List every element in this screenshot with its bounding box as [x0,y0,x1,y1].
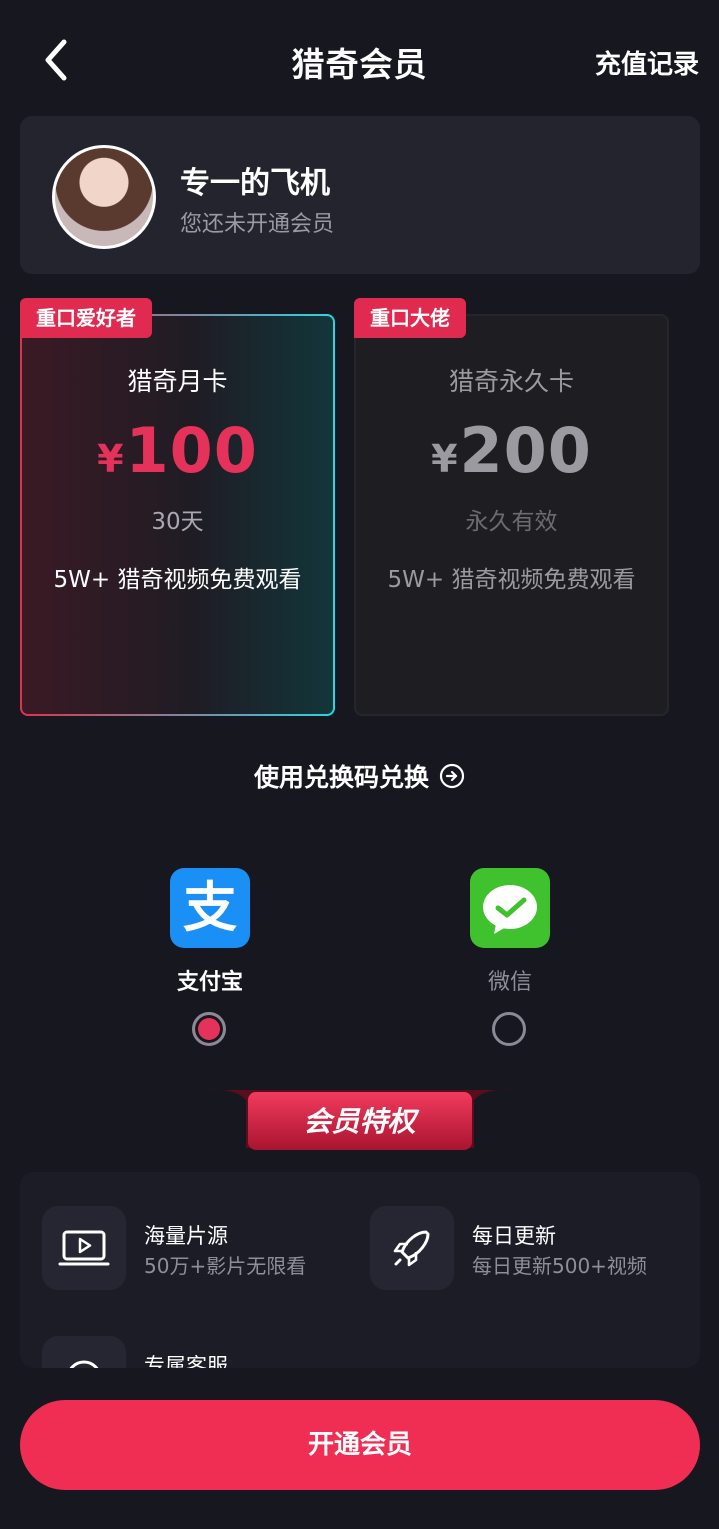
price-amount: 200 [459,414,592,487]
rocket-icon [370,1206,454,1290]
arrow-circle-right-icon [439,763,465,795]
payment-label: 支付宝 [176,970,243,995]
price-amount: 100 [125,414,258,487]
plan-name: 猎奇永久卡 [448,367,574,396]
membership-status: 您还未开通会员 [180,212,335,237]
plan-price: ¥200 [356,414,667,487]
plan-description: 5W+ 猎奇视频免费观看 [387,567,636,593]
privilege-name: 海量片源 [144,1224,228,1248]
plan-duration: 永久有效 [465,509,558,535]
plan-card-lifetime[interactable]: 重口大佬 猎奇永久卡 ¥200 永久有效 5W+ 猎奇视频免费观看 [354,298,669,716]
radio-unselected[interactable] [492,1012,526,1046]
user-name: 专一的飞机 [180,166,330,201]
redeem-label: 使用兑换码兑换 [253,763,429,792]
avatar [52,145,156,249]
privilege-item: 海量片源 50万+影片无限看 [42,1206,342,1290]
radio-selected[interactable] [192,1012,226,1046]
wechat-icon [470,868,550,948]
privilege-name: 每日更新 [472,1224,556,1248]
plan-duration: 30天 [151,509,204,535]
recharge-history-link[interactable]: 充值记录 [595,44,699,81]
activate-membership-button[interactable]: 开通会员 [20,1400,700,1490]
privilege-desc: 50万+影片无限看 [144,1254,307,1278]
privileges-card: 海量片源 50万+影片无限看 每日更新 每日更新500+视频 专属客服 [20,1172,700,1368]
privileges-title: 会员特权 [303,1105,416,1138]
alipay-icon: 支 [170,868,250,948]
redeem-code-link[interactable]: 使用兑换码兑换 [0,758,719,795]
privilege-item: 专属客服 [42,1336,342,1368]
plan-name: 猎奇月卡 [127,367,228,396]
svg-text:支: 支 [183,876,237,939]
plan-description: 5W+ 猎奇视频免费观看 [53,567,302,593]
user-card: 专一的飞机 您还未开通会员 [20,116,700,274]
plan-card-monthly[interactable]: 重口爱好者 猎奇月卡 ¥100 30天 5W+ 猎奇视频免费观看 [20,298,335,716]
headset-icon [42,1336,126,1368]
privilege-name: 专属客服 [144,1354,228,1368]
plan-price: ¥100 [22,414,333,487]
plan-tag: 重口大佬 [354,298,466,338]
video-screen-icon [42,1206,126,1290]
payment-label: 微信 [487,970,532,995]
currency-symbol: ¥ [97,437,124,481]
currency-symbol: ¥ [431,437,458,481]
privilege-item: 每日更新 每日更新500+视频 [370,1206,680,1290]
plan-tag: 重口爱好者 [20,298,152,338]
privilege-desc: 每日更新500+视频 [472,1254,647,1278]
